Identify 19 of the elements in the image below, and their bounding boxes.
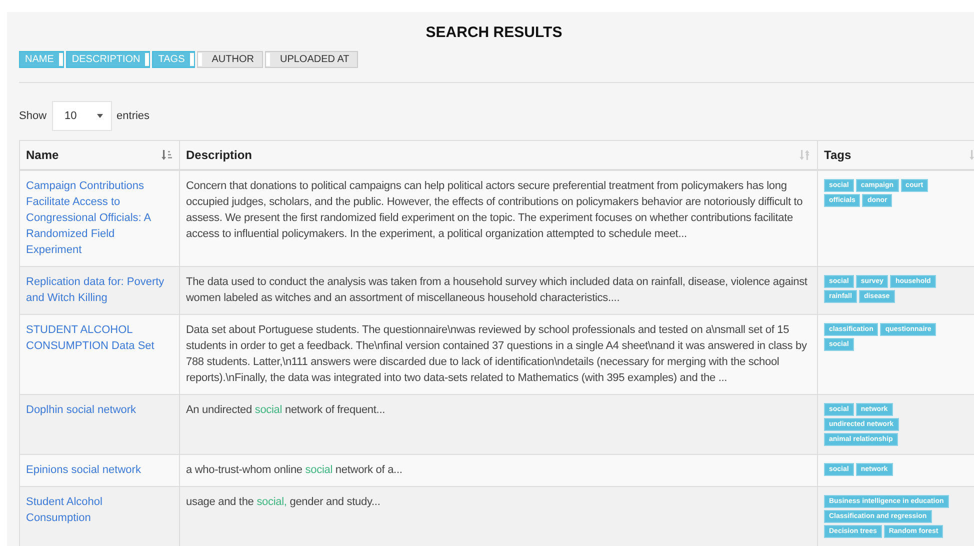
column-toggle-button[interactable]: NAME — [19, 51, 64, 68]
description-text: Data set about Portuguese students. The questionnaire\nwas reviewed by school professionals and tested on a\nsmall set of 15 students in order to get a feedback. The\nfinal version contained 37 questions in a single A4 sheet\nand it was answered in class by 788 students. Latter,\n111 answers were discarded due to lack of identification\ndetails (necessary for merging with the school reports).\nFinally, the data was integrated into two data-sets related to Mathematics (with 395 examples) and the ... — [186, 323, 808, 386]
column-header[interactable]: Description — [180, 140, 818, 170]
column-header[interactable]: Name — [20, 140, 180, 170]
column-toggle-button[interactable]: DESCRIPTION — [66, 51, 150, 68]
entries-label: entries — [116, 110, 150, 122]
page-title: SEARCH RESULTS — [424, 24, 564, 41]
description-text: An undirected social network of frequent... — [186, 403, 386, 418]
column-toggle-button[interactable]: UPLOADED AT — [264, 51, 358, 68]
description-text: Concern that donations to political campaigns can help political actors secure preferential treatment from policymakers has long occupied judges, scholars, and the public. However, the effects of contributions on policymakers behavior are notoriously difficult to assess. We present the first randomized field experiment on the topic. The experiment focuses on whether contributions facilitate access to influential policymakers. In the experiment, a political organization attempted to schedule meet... — [186, 179, 804, 242]
caret-icon — [96, 114, 103, 118]
description-text: usage and the social, gender and study... — [186, 495, 382, 510]
entries-select[interactable]: 10 — [52, 101, 112, 131]
show-label: Show — [19, 110, 47, 122]
column-header[interactable]: Tags — [818, 140, 974, 170]
description-text: a who-trust-whom online social network of a... — [186, 463, 404, 478]
column-toggle-button[interactable]: TAGS — [152, 51, 195, 68]
description-text: The data used to conduct the analysis was taken from a household survey which included data on rainfall, disease, violence against women labeled as witches and an assortment of miscellaneous household characteristics.... — [186, 275, 808, 306]
column-toggle-button[interactable]: AUTHOR — [196, 51, 263, 68]
